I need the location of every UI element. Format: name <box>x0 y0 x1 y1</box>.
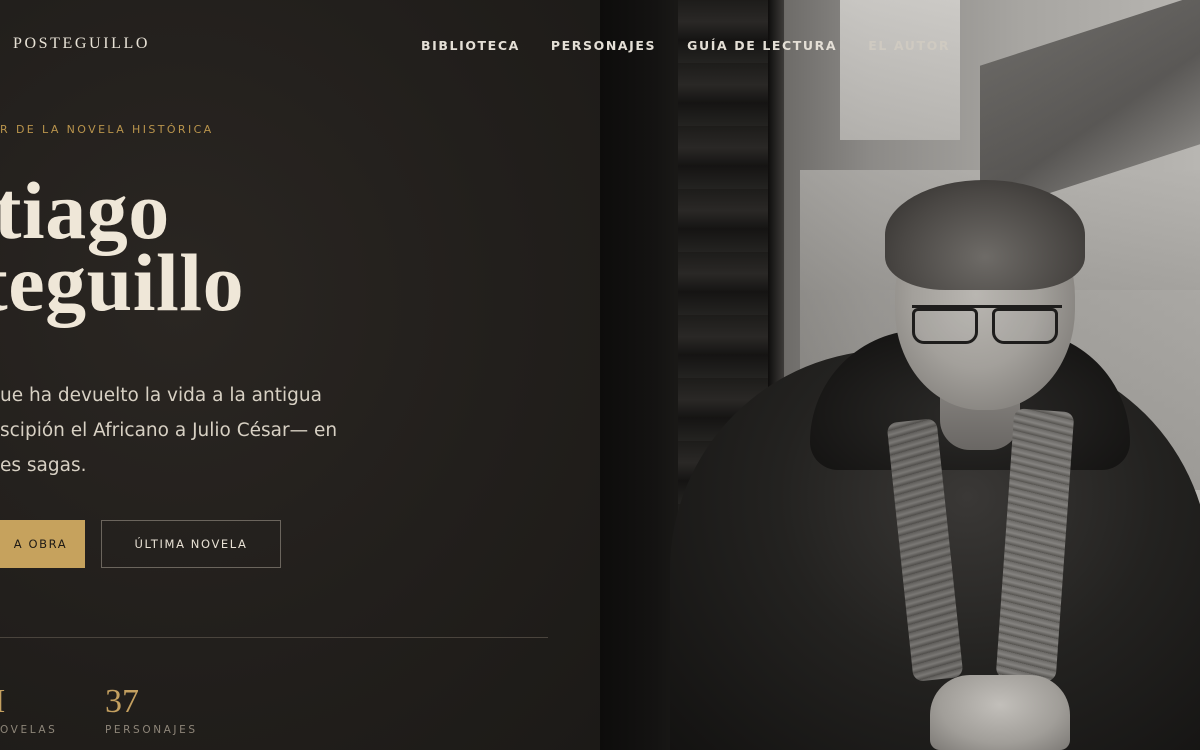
hair <box>885 180 1085 290</box>
hero-description-line: scipión el Africano a Julio César— en <box>0 420 338 441</box>
latest-novel-button[interactable]: ÚLTIMA NOVELA <box>101 520 281 568</box>
explore-work-button[interactable]: A OBRA <box>0 520 85 568</box>
nav-biblioteca[interactable]: BIBLIOTECA <box>421 37 520 55</box>
nav-personajes[interactable]: PERSONAJES <box>551 37 656 55</box>
site-logo[interactable]: POSTEGUILLO <box>13 35 150 53</box>
hero-description: ue ha devuelto la vida a la antigua scip… <box>0 378 560 483</box>
background-building <box>840 0 960 140</box>
hero-eyebrow: R DE LA NOVELA HISTÓRICA <box>0 123 214 136</box>
author-figure <box>660 180 1200 750</box>
glasses-lens <box>992 308 1058 344</box>
stat-characters-label: PERSONAJES <box>105 724 198 736</box>
hero-title: ntiago steguillo <box>0 170 245 328</box>
stat-characters-number: 37 <box>105 683 139 720</box>
glasses-lens <box>912 308 978 344</box>
hero-description-line: ue ha devuelto la vida a la antigua <box>0 385 322 406</box>
glasses <box>912 305 1062 345</box>
clasped-hands <box>930 675 1070 750</box>
nav-el-autor[interactable]: EL AUTOR <box>868 37 950 55</box>
stats-divider <box>0 637 548 638</box>
main-nav: BIBLIOTECA PERSONAJES GUÍA DE LECTURA EL… <box>421 37 981 55</box>
nav-guia-de-lectura[interactable]: GUÍA DE LECTURA <box>687 37 837 55</box>
stat-novels-number: I <box>0 682 5 722</box>
hero-title-line: steguillo <box>0 237 245 328</box>
hero-description-line: es sagas. <box>0 455 87 476</box>
author-portrait-photo <box>600 0 1200 750</box>
stat-novels-label: OVELAS <box>0 724 58 736</box>
